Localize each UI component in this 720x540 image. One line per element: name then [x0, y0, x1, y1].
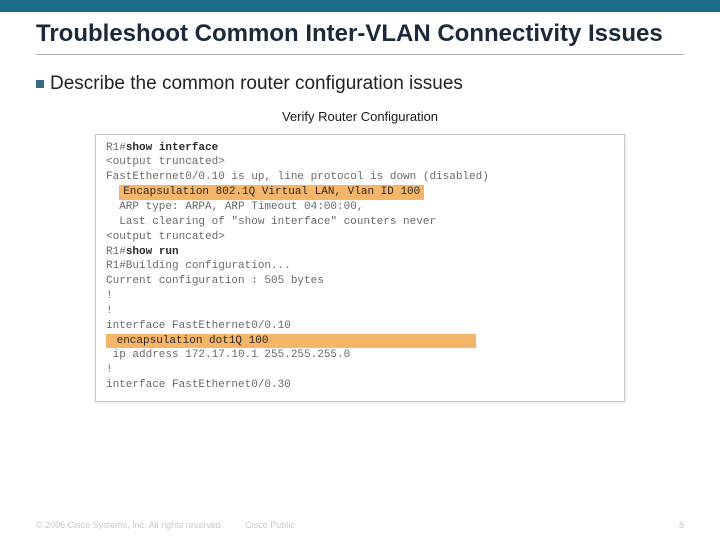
highlight: encapsulation dot1Q 100 [106, 334, 476, 349]
cli-prompt: R1# [106, 246, 126, 258]
footer-page: 8 [679, 520, 684, 530]
cli-line: ip address 172.17.10.1 255.255.255.0 [106, 348, 614, 363]
bullet-item: Describe the common router configuration… [36, 73, 684, 95]
cli-line: interface FastEthernet0/0.10 [106, 319, 614, 334]
cli-line: Last clearing of "show interface" counte… [106, 215, 614, 230]
cli-line: interface FastEthernet0/0.30 [106, 378, 614, 393]
cli-line: R1#Building configuration... [106, 259, 614, 274]
cli-line: encapsulation dot1Q 100 [106, 334, 614, 349]
cli-command: show interface [126, 142, 218, 154]
cli-command: show run [126, 246, 179, 258]
footer-left: © 2006 Cisco Systems, Inc. All rights re… [36, 520, 295, 530]
terminal-output: R1#show interface <output truncated> Fas… [95, 134, 625, 402]
footer-copyright: © 2006 Cisco Systems, Inc. All rights re… [36, 520, 223, 530]
bullet-square-icon [36, 80, 44, 88]
cli-line: ! [106, 304, 614, 319]
cli-line: Current configuration : 505 bytes [106, 274, 614, 289]
cli-line: <output truncated> [106, 230, 614, 245]
cli-line: <output truncated> [106, 155, 614, 170]
figure: Verify Router Configuration R1#show inte… [95, 109, 625, 402]
slide-content: Troubleshoot Common Inter-VLAN Connectiv… [0, 12, 720, 402]
cli-prompt: R1# [106, 142, 126, 154]
highlight: Encapsulation 802.1Q Virtual LAN, Vlan I… [119, 185, 424, 200]
cli-line: Encapsulation 802.1Q Virtual LAN, Vlan I… [106, 185, 614, 200]
cli-line: ARP type: ARPA, ARP Timeout 04:00:00, [106, 200, 614, 215]
cli-line: ! [106, 363, 614, 378]
figure-title: Verify Router Configuration [95, 109, 625, 124]
bullet-text: Describe the common router configuration… [50, 73, 463, 95]
cli-line: FastEthernet0/0.10 is up, line protocol … [106, 170, 614, 185]
footer-scope: Cisco Public [245, 520, 295, 530]
cli-line: R1#show interface [106, 141, 614, 156]
header-band [0, 0, 720, 12]
slide-title: Troubleshoot Common Inter-VLAN Connectiv… [36, 20, 684, 55]
cli-line: R1#show run [106, 245, 614, 260]
cli-line: ! [106, 289, 614, 304]
footer: © 2006 Cisco Systems, Inc. All rights re… [36, 520, 684, 530]
